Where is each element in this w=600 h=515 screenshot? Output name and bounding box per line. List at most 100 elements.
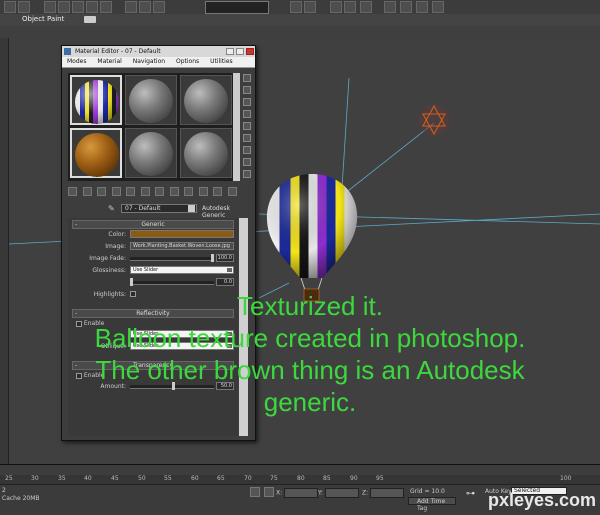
background-icon[interactable] (243, 98, 251, 106)
y-field[interactable] (324, 488, 359, 498)
rotate-icon[interactable] (86, 1, 98, 13)
sample-type-icon[interactable] (243, 74, 251, 82)
time-tick-label: 75 (270, 475, 278, 482)
ribbon-tab-object-paint[interactable]: Object Paint (22, 15, 64, 23)
uv-tiling-icon[interactable] (243, 110, 251, 118)
lock-selection-icon[interactable] (250, 487, 260, 497)
select-by-material-icon[interactable] (243, 158, 251, 166)
menu-options[interactable]: Options (176, 58, 199, 65)
material-map-navigator-icon[interactable] (243, 170, 251, 178)
x-field[interactable] (284, 488, 319, 498)
set-key-icon[interactable]: ⊶ (466, 489, 475, 499)
sample-slot-balloon[interactable] (70, 75, 122, 125)
sample-slot[interactable] (125, 75, 177, 125)
image-map-button[interactable]: Work.Planting.Basket.Woven.Loose.jpg (130, 242, 234, 250)
rollout-generic[interactable]: - Generic (72, 220, 234, 229)
menu-utilities[interactable]: Utilities (210, 58, 233, 65)
material-name-field[interactable]: 07 - Default (121, 204, 197, 213)
options-icon[interactable] (243, 146, 251, 154)
make-unique-icon[interactable] (140, 187, 150, 196)
balloon-shading (266, 174, 358, 278)
show-shaded-material-icon[interactable] (184, 187, 194, 196)
get-material-icon[interactable] (68, 187, 77, 196)
link-icon[interactable] (125, 1, 137, 13)
glossiness-slider-row: 0.0 (68, 277, 238, 289)
color-swatch[interactable] (130, 230, 234, 238)
render-production-icon[interactable] (432, 1, 444, 13)
schematic-view-icon[interactable] (344, 1, 356, 13)
caption-line: The other brown thing is an Autodesk (95, 355, 525, 385)
sample-slot[interactable] (180, 75, 232, 125)
z-field[interactable] (370, 488, 405, 498)
go-forward-to-sibling-icon[interactable] (228, 187, 238, 196)
x-coordinate: X: (276, 488, 319, 498)
scale-icon[interactable] (100, 1, 112, 13)
material-horizontal-toolbar (68, 187, 248, 199)
timeline[interactable]: 25 30 35 40 45 50 55 60 65 70 75 80 85 9… (0, 464, 600, 485)
unlink-icon[interactable] (139, 1, 151, 13)
chevron-down-icon[interactable] (188, 205, 195, 212)
material-editor-icon[interactable] (360, 1, 372, 13)
hot-air-balloon[interactable] (266, 174, 358, 302)
time-tick-label: 65 (217, 475, 225, 482)
material-editor-title: Material Editor - 07 - Default (75, 48, 161, 55)
eyedropper-icon[interactable]: ✎ (108, 205, 116, 213)
minimize-icon[interactable] (226, 48, 234, 55)
material-sphere (184, 132, 228, 176)
caption-line: Texturized it. (237, 291, 383, 321)
add-time-tag-button[interactable]: Add Time Tag (408, 497, 456, 512)
render-icon[interactable] (416, 1, 428, 13)
left-panel-strip (0, 38, 8, 464)
align-icon[interactable] (304, 1, 316, 13)
curve-editor-icon[interactable] (330, 1, 342, 13)
glossiness-dropdown[interactable]: Use Slider (130, 266, 234, 274)
slider-knob[interactable] (211, 254, 214, 262)
render-setup-icon[interactable] (384, 1, 396, 13)
make-preview-icon[interactable] (243, 134, 251, 142)
ribbon-dropdown-icon[interactable] (84, 16, 96, 23)
undo-icon[interactable] (4, 1, 16, 13)
sample-slot[interactable] (180, 128, 232, 178)
trackbar[interactable] (0, 465, 600, 475)
bind-icon[interactable] (153, 1, 165, 13)
render-frame-icon[interactable] (400, 1, 412, 13)
make-copy-icon[interactable] (126, 187, 136, 196)
menu-modes[interactable]: Modes (67, 58, 86, 65)
menu-navigation[interactable]: Navigation (133, 58, 165, 65)
put-to-scene-icon[interactable] (82, 187, 92, 196)
select-by-name-icon[interactable] (58, 1, 70, 13)
named-selection-field[interactable] (205, 1, 269, 14)
y-label: Y: (318, 489, 323, 497)
time-tick-label: 90 (350, 475, 358, 482)
select-object-icon[interactable] (44, 1, 56, 13)
glossiness-spinner[interactable]: 0.0 (216, 278, 234, 286)
put-to-library-icon[interactable] (155, 187, 165, 196)
slider-knob[interactable] (130, 278, 133, 286)
assign-to-selection-icon[interactable] (97, 187, 107, 196)
menu-material[interactable]: Material (97, 58, 121, 65)
close-icon[interactable] (246, 48, 254, 55)
mirror-icon[interactable] (290, 1, 302, 13)
time-tick-label: 60 (191, 475, 199, 482)
image-fade-slider[interactable] (130, 254, 214, 262)
absolute-mode-icon[interactable] (264, 487, 274, 497)
go-to-parent-icon[interactable] (213, 187, 223, 196)
move-icon[interactable] (72, 1, 84, 13)
sample-slot-brown[interactable] (70, 128, 122, 178)
material-editor-app-icon (64, 48, 71, 55)
image-fade-spinner[interactable]: 100.0 (216, 254, 234, 262)
material-id-channel-icon[interactable] (169, 187, 179, 196)
video-color-check-icon[interactable] (243, 122, 251, 130)
material-editor-titlebar[interactable]: Material Editor - 07 - Default (62, 46, 255, 57)
reset-map-icon[interactable] (111, 187, 121, 196)
maximize-icon[interactable] (236, 48, 244, 55)
redo-icon[interactable] (18, 1, 30, 13)
time-tick-label: 55 (164, 475, 172, 482)
glossiness-slider[interactable] (130, 278, 214, 286)
color-row: Color: (68, 229, 238, 241)
sample-slot[interactable] (125, 128, 177, 178)
backlight-icon[interactable] (243, 86, 251, 94)
material-type-button[interactable]: Autodesk Generic (202, 205, 252, 219)
sample-slots-scrollbar[interactable] (233, 73, 240, 181)
show-end-result-icon[interactable] (198, 187, 208, 196)
